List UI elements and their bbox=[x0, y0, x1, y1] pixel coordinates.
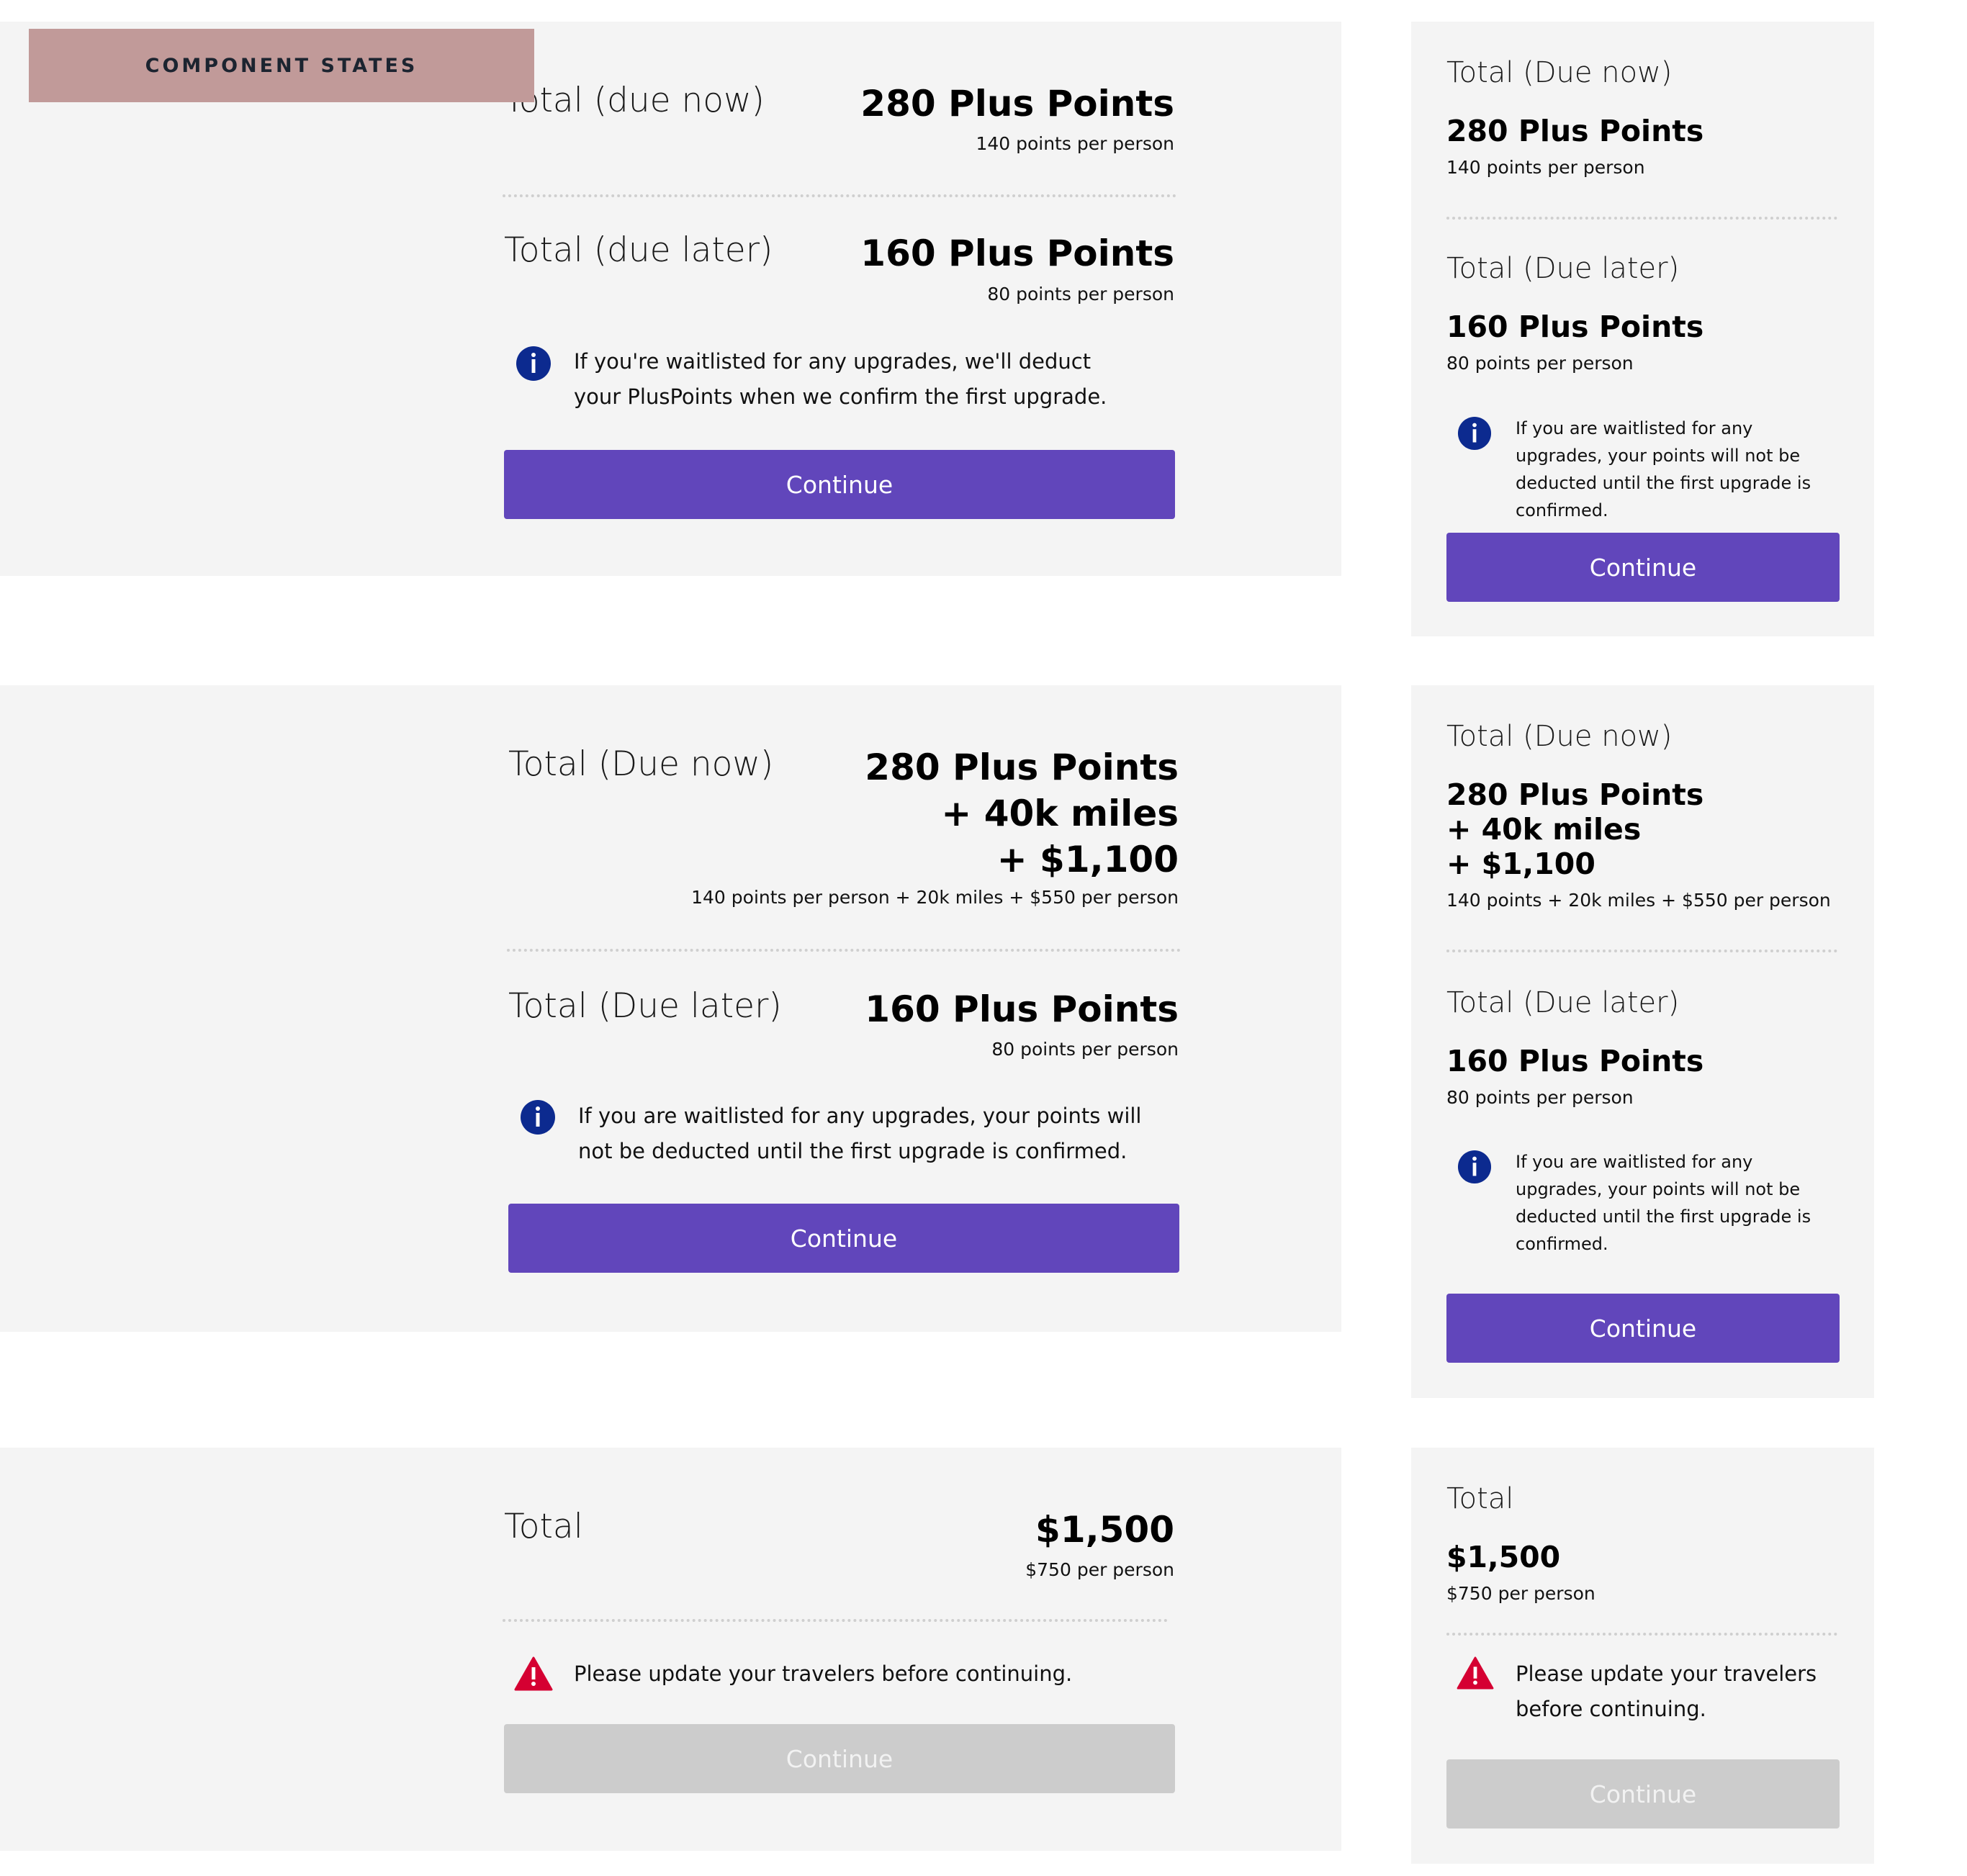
due-later-label: Total (due later) bbox=[504, 230, 773, 270]
warning-triangle-icon bbox=[514, 1656, 553, 1691]
due-later-label: Total (Due later) bbox=[1446, 252, 1680, 285]
total-label: Total bbox=[1446, 1482, 1514, 1515]
due-now-label: Total (Due now) bbox=[508, 744, 774, 784]
total-amount: $1,500 bbox=[1035, 1509, 1174, 1551]
total-amount: $1,500 bbox=[1446, 1540, 1561, 1574]
warning-triangle-icon bbox=[1457, 1656, 1494, 1690]
due-later-per-person: 80 points per person bbox=[1446, 1087, 1634, 1108]
due-later-label: Total (Due later) bbox=[508, 986, 782, 1026]
due-now-amount: 280 Plus Points bbox=[860, 83, 1174, 125]
info-circle-icon bbox=[516, 346, 551, 381]
divider bbox=[503, 194, 1176, 197]
due-now-amount-cash: + $1,100 bbox=[1446, 847, 1595, 881]
continue-button[interactable]: Continue bbox=[1446, 1294, 1840, 1363]
continue-button[interactable]: Continue bbox=[504, 450, 1175, 519]
due-now-per-person: 140 points + 20k miles + $550 per person bbox=[1446, 890, 1831, 911]
total-label: Total bbox=[504, 1507, 583, 1546]
due-later-amount: 160 Plus Points bbox=[865, 988, 1179, 1030]
state2-wide-panel: Total (Due now) 280 Plus Points + 40k mi… bbox=[0, 685, 1341, 1332]
due-now-per-person: 140 points per person bbox=[976, 133, 1174, 154]
due-now-amount-miles: + 40k miles bbox=[1446, 812, 1642, 847]
due-later-per-person: 80 points per person bbox=[1446, 353, 1634, 374]
continue-button-disabled[interactable]: Continue bbox=[1446, 1759, 1840, 1828]
due-now-label: Total (Due now) bbox=[1446, 56, 1673, 89]
state1-narrow-panel: Total (Due now) 280 Plus Points 140 poin… bbox=[1411, 22, 1874, 636]
continue-button[interactable]: Continue bbox=[508, 1204, 1179, 1273]
due-now-amount-points: 280 Plus Points bbox=[1446, 777, 1704, 812]
info-circle-icon bbox=[1457, 416, 1492, 451]
info-message: If you're waitlisted for any upgrades, w… bbox=[574, 349, 1107, 409]
divider bbox=[1446, 950, 1837, 952]
continue-button[interactable]: Continue bbox=[1446, 533, 1840, 602]
total-per-person: $750 per person bbox=[1446, 1583, 1595, 1604]
info-circle-icon bbox=[1457, 1150, 1492, 1184]
divider bbox=[503, 1619, 1168, 1622]
divider bbox=[1446, 217, 1837, 220]
due-now-per-person: 140 points per person + 20k miles + $550… bbox=[691, 887, 1179, 908]
total-per-person: $750 per person bbox=[1025, 1559, 1174, 1580]
warning-message: Please update your travelers before cont… bbox=[574, 1661, 1073, 1686]
due-later-label: Total (Due later) bbox=[1446, 986, 1680, 1019]
component-states-label: COMPONENT STATES bbox=[29, 29, 534, 102]
due-later-amount: 160 Plus Points bbox=[860, 233, 1174, 274]
info-circle-icon bbox=[521, 1100, 555, 1135]
due-now-amount-cash: + $1,100 bbox=[996, 839, 1179, 880]
state1-wide-panel: Total (due now) 280 Plus Points 140 poin… bbox=[0, 22, 1341, 576]
divider bbox=[507, 949, 1181, 952]
state2-narrow-panel: Total (Due now) 280 Plus Points + 40k mi… bbox=[1411, 685, 1874, 1398]
due-now-amount-points: 280 Plus Points bbox=[865, 747, 1179, 788]
due-now-label: Total (due now) bbox=[504, 81, 765, 120]
due-later-amount: 160 Plus Points bbox=[1446, 1044, 1704, 1078]
state3-wide-panel: Total $1,500 $750 per person Please upda… bbox=[0, 1448, 1341, 1851]
due-now-amount: 280 Plus Points bbox=[1446, 114, 1704, 148]
info-message: If you are waitlisted for any upgrades, … bbox=[578, 1104, 1142, 1163]
due-now-per-person: 140 points per person bbox=[1446, 157, 1645, 178]
due-now-amount-miles: + 40k miles bbox=[941, 793, 1179, 834]
due-later-amount: 160 Plus Points bbox=[1446, 310, 1704, 344]
continue-button-disabled[interactable]: Continue bbox=[504, 1724, 1175, 1793]
info-message: If you are waitlisted for any upgrades, … bbox=[1516, 418, 1811, 520]
due-later-per-person: 80 points per person bbox=[991, 1039, 1179, 1060]
divider bbox=[1446, 1633, 1837, 1636]
state3-narrow-panel: Total $1,500 $750 per person Please upda… bbox=[1411, 1448, 1874, 1864]
warning-message: Please update your travelers before cont… bbox=[1516, 1661, 1817, 1721]
due-later-per-person: 80 points per person bbox=[987, 284, 1174, 305]
info-message: If you are waitlisted for any upgrades, … bbox=[1516, 1152, 1811, 1254]
due-now-label: Total (Due now) bbox=[1446, 720, 1673, 753]
